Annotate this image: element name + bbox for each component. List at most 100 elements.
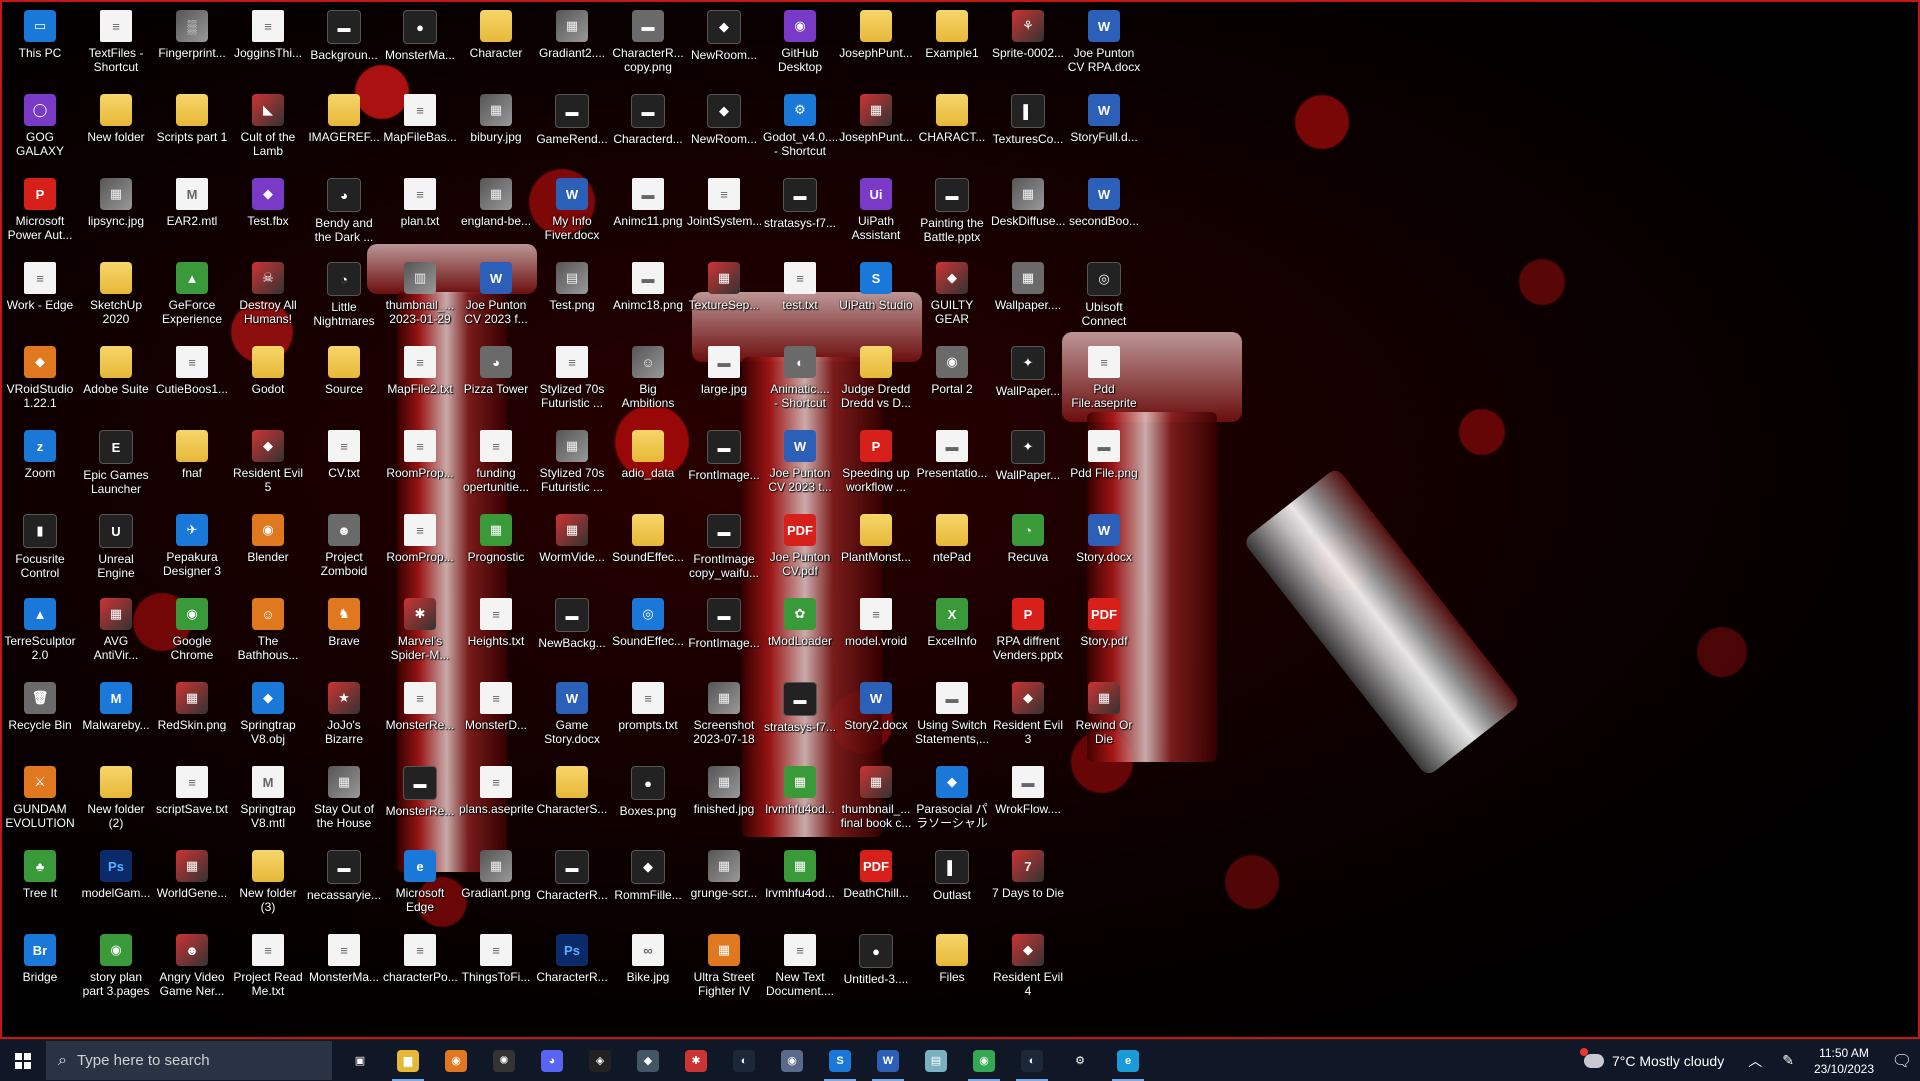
desktop-icon[interactable]: ▮ Focusrite Control <box>2 508 78 592</box>
desktop-icon[interactable]: ⚙ Godot_v4.0.... - Shortcut <box>762 88 838 172</box>
desktop-icon[interactable]: ntePad <box>914 508 990 592</box>
desktop-icon[interactable]: ◆ NewRoom... <box>686 4 762 88</box>
taskbar-app-button[interactable]: e <box>1104 1040 1152 1081</box>
desktop-icon[interactable]: CHARACT... <box>914 88 990 172</box>
taskbar-app-button[interactable]: ◈ <box>576 1040 624 1081</box>
desktop-icon[interactable]: CharacterS... <box>534 760 610 844</box>
taskbar-app-button[interactable]: W <box>864 1040 912 1081</box>
desktop-icon[interactable]: ☻ Angry Video Game Ner... <box>154 928 230 1012</box>
desktop-icon[interactable]: Example1 <box>914 4 990 88</box>
desktop-icon[interactable]: ≡ test.txt <box>762 256 838 340</box>
desktop-icon[interactable]: PDF DeathChill... <box>838 844 914 928</box>
desktop-icon[interactable]: ◆ GUILTY GEAR -STRIVE- <box>914 256 990 340</box>
desktop-icon[interactable]: ▦ england-be... <box>458 172 534 256</box>
desktop-icon[interactable]: Br Bridge <box>2 928 78 1012</box>
desktop-icon[interactable]: ≡ Stylized 70s Futuristic ... <box>534 340 610 424</box>
taskbar-app-button[interactable]: ▆ <box>384 1040 432 1081</box>
desktop-icon[interactable]: ▬ GameRend... <box>534 88 610 172</box>
desktop-icon[interactable]: ▦ Prognostic <box>458 508 534 592</box>
desktop-icon[interactable]: ▦ Gradiant2.... <box>534 4 610 88</box>
desktop-icon[interactable]: ▬ WrokFlow.... <box>990 760 1066 844</box>
desktop-icon[interactable]: X ExcelInfo <box>914 592 990 676</box>
desktop-icon[interactable]: ● Boxes.png <box>610 760 686 844</box>
desktop-icon[interactable]: ▦ Stylized 70s Futuristic ... <box>534 424 610 508</box>
desktop-icon[interactable]: ▬ FrontImage... <box>686 424 762 508</box>
desktop-icon[interactable]: ≡ New Text Document.... <box>762 928 838 1012</box>
desktop-icon[interactable]: ♞ Brave <box>306 592 382 676</box>
desktop-icon[interactable]: ▦ Stay Out of the House <box>306 760 382 844</box>
desktop-icon[interactable]: ▬ NewBackg... <box>534 592 610 676</box>
desktop-icon[interactable]: ▦ bibury.jpg <box>458 88 534 172</box>
desktop-icon[interactable]: ▬ Presentatio... <box>914 424 990 508</box>
desktop-icon[interactable]: ● MonsterMa... <box>382 4 458 88</box>
desktop-icon[interactable]: ♣ Tree It <box>2 844 78 928</box>
desktop-icon[interactable]: ☠ Destroy All Humans! <box>230 256 306 340</box>
desktop-icon[interactable]: ▦ lrvmhfu4od... <box>762 760 838 844</box>
desktop-icon[interactable]: ▌ Outlast <box>914 844 990 928</box>
desktop-icon[interactable]: ▦ Rewind Or Die <box>1066 676 1142 760</box>
desktop-icon[interactable]: ◆ Resident Evil 3 <box>990 676 1066 760</box>
desktop-icon[interactable]: ▬ CharacterR... copy.png <box>610 4 686 88</box>
desktop-icon[interactable]: ◆ Test.fbx <box>230 172 306 256</box>
desktop-icon[interactable]: Ps modelGam... <box>78 844 154 928</box>
desktop-icon[interactable]: M Malwareby... <box>78 676 154 760</box>
desktop-icon[interactable]: e Microsoft Edge <box>382 844 458 928</box>
desktop-icon[interactable]: PlantMonst... <box>838 508 914 592</box>
desktop-icon[interactable]: ≡ TextFiles - Shortcut <box>78 4 154 88</box>
desktop-icon[interactable]: Source <box>306 340 382 424</box>
desktop-icon[interactable]: ▦ lrvmhfu4od... <box>762 844 838 928</box>
desktop-icon[interactable]: ≡ Project Read Me.txt <box>230 928 306 1012</box>
desktop-icon[interactable]: ▦ thumbnail_... final book c... <box>838 760 914 844</box>
desktop-icon[interactable]: ≡ plan.txt <box>382 172 458 256</box>
desktop-icon[interactable]: ▦ TextureSep... <box>686 256 762 340</box>
desktop-icon[interactable]: adio_data <box>610 424 686 508</box>
desktop-icon[interactable]: ▦ Wallpaper.... <box>990 256 1066 340</box>
desktop-icon[interactable]: ▭ This PC <box>2 4 78 88</box>
desktop-icon[interactable]: ≡ ThingsToFi... <box>458 928 534 1012</box>
desktop-icon[interactable]: ◔ Recuva <box>990 508 1066 592</box>
desktop-icon[interactable]: ▥ thumbnail_... 2023-01-29 ... <box>382 256 458 340</box>
taskbar-app-button[interactable]: ✺ <box>480 1040 528 1081</box>
desktop-icon[interactable]: ▬ Backgroun... <box>306 4 382 88</box>
taskbar-app-button[interactable]: ◉ <box>768 1040 816 1081</box>
desktop-icon[interactable]: Ui UiPath Assistant <box>838 172 914 256</box>
desktop-icon[interactable]: W StoryFull.d... <box>1066 88 1142 172</box>
desktop-icon[interactable]: ▬ Pdd File.png <box>1066 424 1142 508</box>
taskbar-app-button[interactable]: ▤ <box>912 1040 960 1081</box>
desktop-icon[interactable]: ▦ Screenshot 2023-07-18 ... <box>686 676 762 760</box>
desktop-icon[interactable]: ✦ WallPaper... <box>990 424 1066 508</box>
desktop-icon[interactable]: ▤ Test.png <box>534 256 610 340</box>
clock[interactable]: 11:50 AM 23/10/2023 <box>1814 1045 1874 1077</box>
desktop-icon[interactable]: ◎ SoundEffec... <box>610 592 686 676</box>
desktop-icon[interactable]: ≡ MonsterD... <box>458 676 534 760</box>
desktop-icon[interactable]: ▬ Characterd... <box>610 88 686 172</box>
desktop-icon[interactable]: ★ JoJo's Bizarre Adventure ... <box>306 676 382 760</box>
desktop-icon[interactable]: Ps CharacterR... <box>534 928 610 1012</box>
desktop-icon[interactable]: W Game Story.docx <box>534 676 610 760</box>
desktop-icon[interactable]: ☺ Big Ambitions <box>610 340 686 424</box>
desktop-icon[interactable]: M EAR2.mtl <box>154 172 230 256</box>
desktop-icon[interactable]: Files <box>914 928 990 1012</box>
desktop-icon[interactable]: ≡ RoomProp... <box>382 508 458 592</box>
desktop-icon[interactable]: ≡ funding opertunitie... <box>458 424 534 508</box>
desktop-icon[interactable]: ▬ stratasys-f7... <box>762 172 838 256</box>
chevron-up-icon[interactable]: ︿ <box>1748 1051 1762 1071</box>
desktop-icon[interactable]: ◆ RommFille... <box>610 844 686 928</box>
desktop-icon[interactable]: ▬ FrontImage... <box>686 592 762 676</box>
desktop-icon[interactable]: ◉ GitHub Desktop <box>762 4 838 88</box>
desktop[interactable]: ▭ This PC ≡ TextFiles - Shortcut ▒ Fingerprin… <box>0 0 1920 1039</box>
desktop-icon[interactable]: ∞ Bike.jpg <box>610 928 686 1012</box>
desktop-icon[interactable]: ▬ FrontImage copy_waifu... <box>686 508 762 592</box>
desktop-icon[interactable]: ▦ grunge-scr... <box>686 844 762 928</box>
desktop-icon[interactable]: 🗑 Recycle Bin <box>2 676 78 760</box>
desktop-icon[interactable]: ▦ finished.jpg <box>686 760 762 844</box>
desktop-icon[interactable]: Judge Dredd Dredd vs D... <box>838 340 914 424</box>
desktop-icon[interactable]: ◆ Resident Evil 4 <box>990 928 1066 1012</box>
desktop-icon[interactable]: SketchUp 2020 <box>78 256 154 340</box>
desktop-icon[interactable]: ▦ WormVide... <box>534 508 610 592</box>
desktop-icon[interactable]: ◣ Cult of the Lamb <box>230 88 306 172</box>
desktop-icon[interactable]: ◯ GOG GALAXY <box>2 88 78 172</box>
desktop-icon[interactable]: ▌ TexturesCo... <box>990 88 1066 172</box>
desktop-icon[interactable]: IMAGEREF... <box>306 88 382 172</box>
desktop-icon[interactable]: 7 7 Days to Die <box>990 844 1066 928</box>
